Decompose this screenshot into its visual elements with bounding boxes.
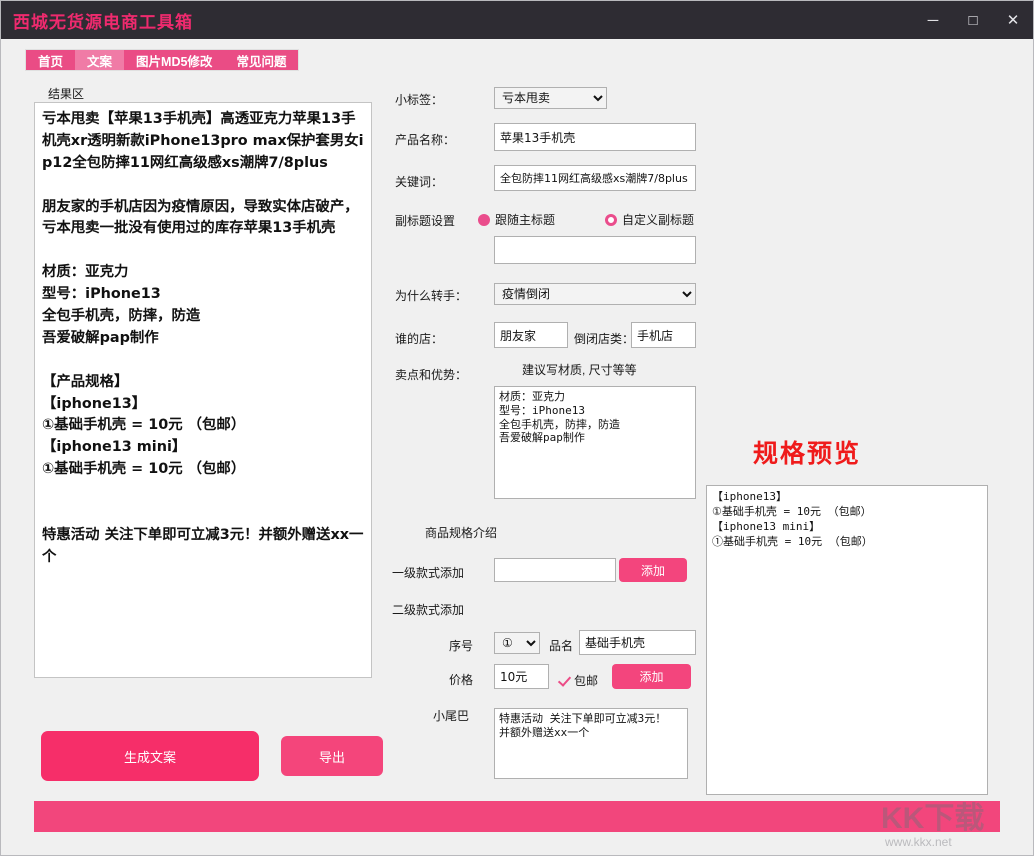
tab-image-md5[interactable]: 图片MD5修改 bbox=[124, 50, 225, 70]
price-input[interactable] bbox=[494, 664, 549, 689]
level1-add-label: 一级款式添加 bbox=[392, 566, 465, 580]
level2-add-label: 二级款式添加 bbox=[392, 603, 465, 617]
product-title-input[interactable] bbox=[579, 630, 696, 655]
selling-points-label: 卖点和优势： bbox=[395, 368, 468, 382]
result-area[interactable]: 亏本甩卖【苹果13手机壳】高透亚克力苹果13手机壳xr透明新款iPhone13p… bbox=[34, 102, 372, 678]
generate-copy-button[interactable]: 生成文案 bbox=[41, 731, 259, 781]
product-title-label: 品名 bbox=[549, 639, 574, 653]
why-resell-select[interactable]: 疫情倒闭 bbox=[494, 283, 696, 305]
tab-bar: 首页 文案 图片MD5修改 常见问题 bbox=[25, 49, 300, 71]
result-area-label: 结果区 bbox=[48, 87, 85, 101]
bottom-status-bar bbox=[34, 801, 1000, 832]
application-window: 西城无货源电商工具箱 ─ □ ✕ 首页 文案 图片MD5修改 常见问题 结果区 … bbox=[0, 0, 1034, 856]
subtitle-setting-label: 副标题设置 bbox=[395, 214, 456, 228]
custom-subtitle-input[interactable] bbox=[494, 236, 696, 264]
tab-home[interactable]: 首页 bbox=[26, 50, 76, 70]
keywords-label: 关键词： bbox=[395, 175, 444, 189]
radio-filled-icon bbox=[478, 213, 490, 226]
closed-shop-type-label: 倒闭店类： bbox=[574, 332, 635, 346]
why-resell-label: 为什么转手： bbox=[395, 289, 468, 303]
tail-label: 小尾巴 bbox=[433, 709, 470, 723]
spec-preview-area[interactable]: 【iphone13】 ①基础手机壳 = 10元 （包邮） 【iphone13 m… bbox=[706, 485, 988, 795]
title-bar: 西城无货源电商工具箱 ─ □ ✕ bbox=[1, 1, 1033, 39]
radio-ring-icon bbox=[605, 213, 617, 226]
maximize-icon[interactable]: □ bbox=[953, 1, 993, 39]
serial-label: 序号 bbox=[449, 639, 474, 653]
price-label: 价格 bbox=[449, 673, 474, 687]
radio-follow-main-title[interactable]: 跟随主标题 bbox=[478, 211, 555, 228]
serial-select[interactable]: ① bbox=[494, 632, 540, 654]
free-shipping-checkbox[interactable]: 包邮 bbox=[558, 672, 598, 689]
result-text: 亏本甩卖【苹果13手机壳】高透亚克力苹果13手机壳xr透明新款iPhone13p… bbox=[42, 111, 364, 565]
minimize-icon[interactable]: ─ bbox=[913, 1, 953, 39]
selling-points-hint: 建议写材质, 尺寸等等 bbox=[522, 363, 637, 377]
export-button[interactable]: 导出 bbox=[281, 736, 383, 776]
free-shipping-label: 包邮 bbox=[574, 674, 599, 688]
app-title: 西城无货源电商工具箱 bbox=[13, 12, 193, 32]
checkmark-icon bbox=[558, 674, 571, 687]
small-tag-label: 小标签： bbox=[395, 93, 444, 107]
closed-shop-type-input[interactable] bbox=[631, 322, 696, 348]
product-name-input[interactable] bbox=[494, 123, 696, 151]
level1-add-button[interactable]: 添加 bbox=[619, 558, 687, 582]
radio-custom-subtitle[interactable]: 自定义副标题 bbox=[605, 211, 694, 228]
level2-add-button[interactable]: 添加 bbox=[612, 664, 691, 689]
selling-points-textarea[interactable] bbox=[494, 386, 696, 499]
preview-title: 规格预览 bbox=[753, 440, 862, 468]
window-controls: ─ □ ✕ bbox=[913, 1, 1033, 39]
watermark-url: www.kkx.net bbox=[885, 835, 952, 849]
whose-shop-input[interactable] bbox=[494, 322, 568, 348]
spec-preview-text: 【iphone13】 ①基础手机壳 = 10元 （包邮） 【iphone13 m… bbox=[712, 490, 873, 548]
whose-shop-label: 谁的店： bbox=[395, 332, 444, 346]
spec-section-title: 商品规格介绍 bbox=[425, 526, 498, 540]
keywords-input[interactable] bbox=[494, 165, 696, 191]
radio-custom-subtitle-label: 自定义副标题 bbox=[622, 213, 695, 227]
close-icon[interactable]: ✕ bbox=[993, 1, 1033, 39]
tab-copywriting[interactable]: 文案 bbox=[75, 50, 125, 70]
tail-textarea[interactable] bbox=[494, 708, 688, 779]
radio-follow-main-title-label: 跟随主标题 bbox=[495, 213, 556, 227]
tab-faq[interactable]: 常见问题 bbox=[224, 50, 299, 70]
small-tag-select[interactable]: 亏本甩卖 bbox=[494, 87, 607, 109]
product-name-label: 产品名称： bbox=[395, 133, 456, 147]
level1-style-input[interactable] bbox=[494, 558, 616, 582]
